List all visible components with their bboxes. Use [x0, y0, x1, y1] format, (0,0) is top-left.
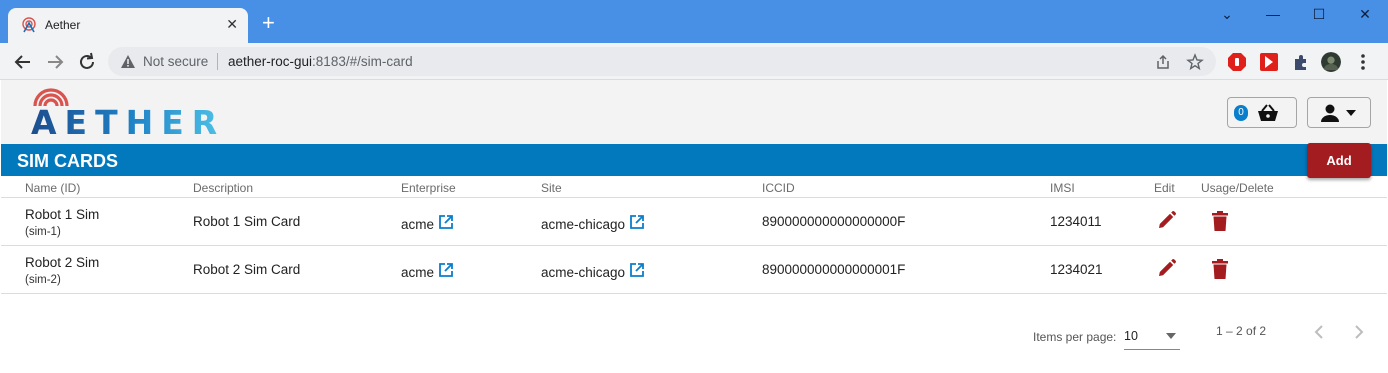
page-title: SIM CARDS [17, 151, 119, 171]
basket-count-badge: 0 [1234, 105, 1248, 121]
address-divider [217, 53, 218, 70]
browser-titlebar: Aether ✕ + ⌄ — ☐ ✕ [0, 0, 1388, 43]
sim-id: (sim-2) [25, 274, 61, 286]
table-header-row: Name (ID) Description Enterprise Site IC… [1, 176, 1387, 198]
sim-iccid: 890000000000000000F [762, 214, 906, 229]
items-per-page-label: Items per page: [1033, 330, 1117, 344]
warning-icon[interactable] [120, 54, 136, 69]
extensions-puzzle-icon[interactable] [1291, 52, 1311, 72]
add-button[interactable]: Add [1307, 143, 1371, 178]
sim-iccid: 890000000000000001F [762, 262, 906, 277]
sim-imsi: 1234021 [1050, 262, 1103, 277]
open-in-new-icon [630, 215, 644, 229]
address-bar[interactable]: Not secure aether-roc-gui:8183/#/sim-car… [108, 47, 1216, 76]
profile-avatar[interactable] [1321, 52, 1341, 72]
sim-name: Robot 1 Sim [25, 207, 100, 222]
person-icon [1321, 104, 1339, 122]
enterprise-link[interactable]: acme [401, 212, 454, 232]
minimize-icon[interactable]: — [1250, 6, 1296, 22]
tab-close-icon[interactable]: ✕ [226, 16, 238, 33]
enterprise-link-text: acme [401, 217, 435, 232]
tab-search-icon[interactable]: ⌄ [1204, 6, 1250, 23]
open-in-new-icon [439, 215, 453, 229]
column-header-usage-delete: Usage/Delete [1201, 181, 1274, 195]
column-header-iccid[interactable]: ICCID [762, 181, 795, 195]
user-menu-button[interactable] [1307, 97, 1371, 128]
aether-logo[interactable]: AETHER [29, 86, 299, 138]
column-header-edit: Edit [1154, 181, 1175, 195]
previous-page-icon[interactable] [1308, 321, 1330, 343]
table-row: Robot 2 Sim (sim-2) Robot 2 Sim Card acm… [1, 246, 1387, 294]
new-tab-button[interactable]: + [262, 12, 275, 34]
open-in-new-icon [439, 263, 453, 277]
page-title-bar: SIM CARDS [1, 144, 1387, 176]
site-link[interactable]: acme-chicago [541, 260, 645, 280]
back-arrow-icon[interactable] [12, 51, 34, 73]
url-host: aether-roc-gui [228, 54, 313, 69]
paginator: Items per page: 10 1 – 2 of 2 [1, 312, 1387, 352]
edit-pencil-icon[interactable] [1157, 210, 1177, 230]
column-header-name[interactable]: Name (ID) [25, 181, 80, 195]
basket-icon [1258, 104, 1278, 121]
share-icon[interactable] [1154, 53, 1172, 71]
column-header-site[interactable]: Site [541, 181, 562, 195]
next-page-icon[interactable] [1348, 321, 1370, 343]
security-label: Not secure [143, 54, 209, 69]
site-link-text: acme-chicago [541, 217, 626, 232]
table-row: Robot 1 Sim (sim-1) Robot 1 Sim Card acm… [1, 198, 1387, 246]
column-header-enterprise[interactable]: Enterprise [401, 181, 456, 195]
tab-title: Aether [45, 18, 81, 32]
basket-button[interactable]: 0 [1227, 97, 1297, 128]
trash-icon[interactable] [1212, 259, 1228, 279]
trash-icon[interactable] [1212, 211, 1228, 231]
maximize-icon[interactable]: ☐ [1296, 6, 1342, 23]
site-link[interactable]: acme-chicago [541, 212, 645, 232]
column-header-imsi[interactable]: IMSI [1050, 181, 1075, 195]
browser-tab[interactable]: Aether ✕ [8, 8, 248, 43]
sim-description: Robot 2 Sim Card [193, 262, 301, 277]
column-header-description[interactable]: Description [193, 181, 253, 195]
sim-name: Robot 2 Sim [25, 255, 100, 270]
sim-id: (sim-1) [25, 226, 61, 238]
page-size-value: 10 [1124, 329, 1138, 343]
site-link-text: acme-chicago [541, 265, 626, 280]
chevron-down-icon [1166, 333, 1176, 339]
enterprise-link-text: acme [401, 265, 435, 280]
page-range-label: 1 – 2 of 2 [1216, 324, 1267, 338]
open-in-new-icon [630, 263, 644, 277]
sim-imsi: 1234011 [1050, 214, 1102, 229]
pdf-extension-icon[interactable] [1259, 52, 1279, 72]
forward-arrow-icon[interactable] [44, 51, 66, 73]
app-root: AETHER 0 SIM CARDS Add Name (ID) Descrip… [1, 80, 1387, 372]
bookmark-star-icon[interactable] [1186, 53, 1204, 71]
url-text[interactable]: aether-roc-gui:8183/#/sim-card [228, 54, 413, 69]
edit-pencil-icon[interactable] [1157, 258, 1177, 278]
logo-text: AETHER [31, 103, 225, 138]
page-size-select[interactable]: 10 [1124, 322, 1180, 350]
reload-icon[interactable] [76, 51, 98, 73]
close-window-icon[interactable]: ✕ [1342, 6, 1388, 23]
chevron-down-icon [1346, 110, 1356, 116]
aether-favicon-icon [22, 17, 36, 33]
sim-description: Robot 1 Sim Card [193, 214, 301, 229]
app-header: AETHER 0 [1, 80, 1387, 144]
enterprise-link[interactable]: acme [401, 260, 454, 280]
browser-toolbar: Not secure aether-roc-gui:8183/#/sim-car… [0, 43, 1388, 80]
url-path: :8183/#/sim-card [312, 54, 413, 69]
adblock-extension-icon[interactable] [1227, 52, 1247, 72]
browser-menu-icon[interactable] [1356, 52, 1370, 72]
